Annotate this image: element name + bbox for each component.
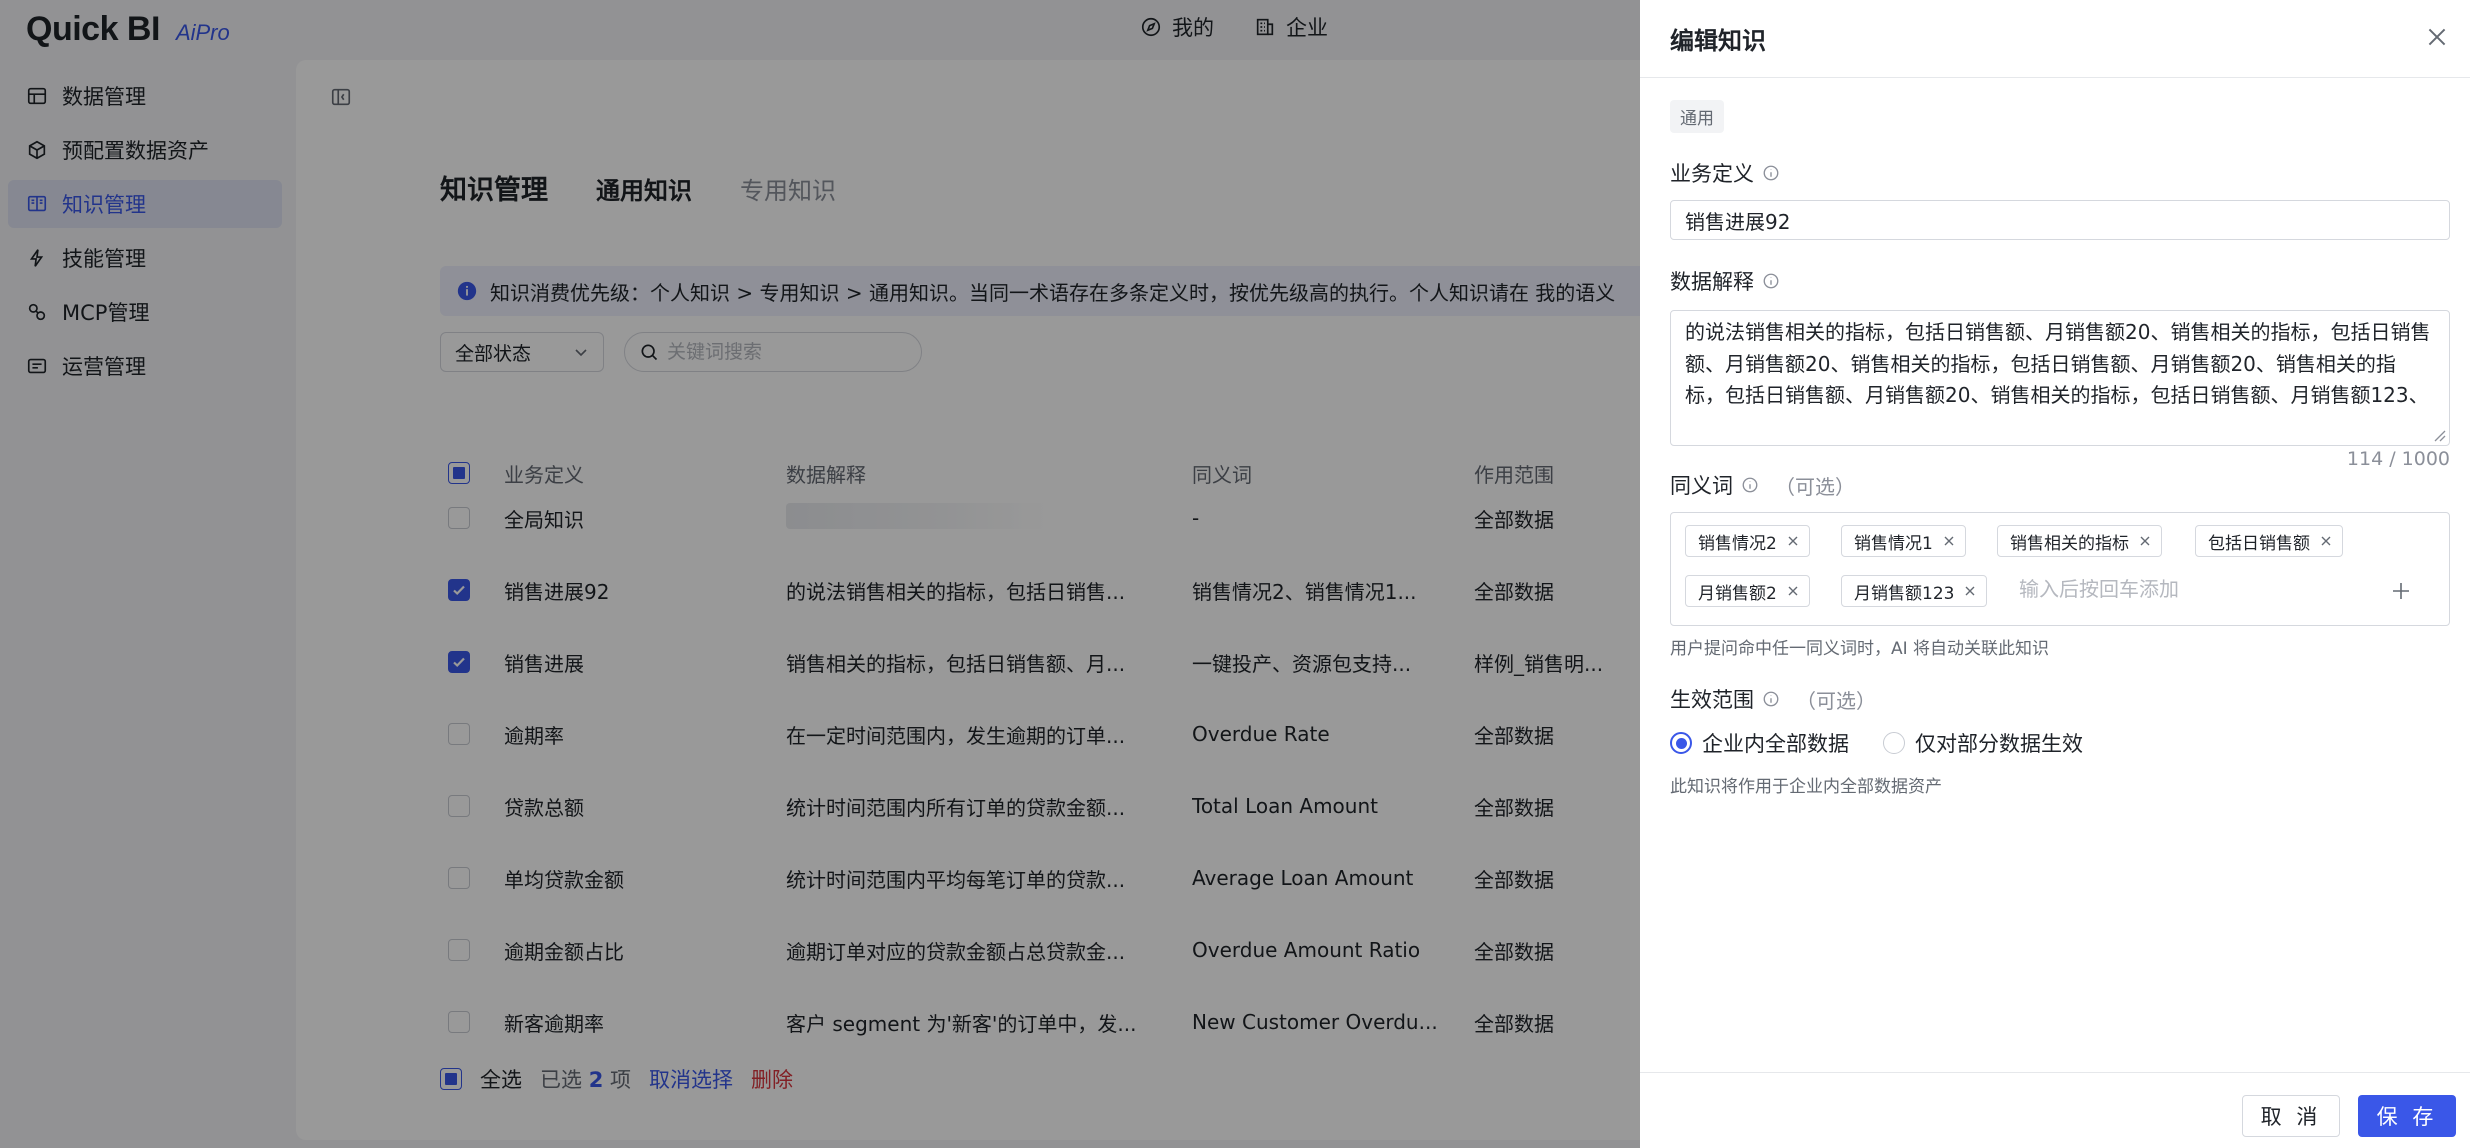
optional-hint: （可选）	[1796, 688, 1876, 713]
scope-label-text: 生效范围	[1670, 688, 1754, 712]
synonym-chip-label: 月销售额2	[1698, 583, 1777, 604]
synonym-chip: 销售情况1	[1841, 525, 1966, 557]
scope-option-all-label[interactable]: 企业内全部数据	[1702, 728, 1849, 758]
drawer-title: 编辑知识	[1670, 27, 1766, 55]
close-icon[interactable]	[1964, 585, 1976, 597]
info-circle-icon[interactable]	[1762, 164, 1780, 182]
synonym-chip-label: 销售相关的指标	[2010, 533, 2129, 554]
synonym-chip: 月销售额123	[1841, 575, 1988, 607]
close-icon[interactable]	[1787, 585, 1799, 597]
drawer-body: 通用 业务定义 数据解释 的说法销售相关的指标，包括日销售额、月销售额20、销售…	[1670, 100, 2450, 797]
optional-hint: （可选）	[1775, 474, 1855, 499]
close-icon[interactable]	[2424, 24, 2450, 50]
synonym-chip-label: 销售情况1	[1854, 533, 1933, 554]
cancel-button[interactable]: 取 消	[2242, 1095, 2340, 1137]
data-expl-text: 的说法销售相关的指标，包括日销售额、月销售额20、销售相关的指标，包括日销售额、…	[1685, 320, 2431, 407]
plus-icon[interactable]	[2389, 579, 2413, 603]
scope-hint: 此知识将作用于企业内全部数据资产	[1670, 777, 1942, 797]
edit-knowledge-drawer: 编辑知识 通用 业务定义 数据解释 的说法销售相关的指标，包括日销售额、月销售额…	[1640, 0, 2470, 1148]
synonym-chip: 销售相关的指标	[1997, 525, 2162, 557]
synonym-input[interactable]	[2019, 577, 2339, 601]
char-count: 114 / 1000	[2346, 448, 2450, 470]
data-expl-textarea[interactable]: 的说法销售相关的指标，包括日销售额、月销售额20、销售相关的指标，包括日销售额、…	[1670, 310, 2450, 446]
synonyms-tag-input[interactable]: 销售情况2 销售情况1 销售相关的指标 包括日销售额 月销售额2 月销售额123	[1670, 512, 2450, 626]
close-icon[interactable]	[2320, 535, 2332, 547]
biz-def-label: 业务定义	[1670, 158, 1780, 188]
synonym-chip-label: 月销售额123	[1854, 583, 1955, 604]
synonyms-label-text: 同义词	[1670, 474, 1733, 498]
synonym-chip: 月销售额2	[1685, 575, 1810, 607]
synonyms-label: 同义词 （可选）	[1670, 470, 1855, 500]
scope-radio-partial[interactable]	[1883, 732, 1905, 754]
scope-radio-all[interactable]	[1670, 732, 1692, 754]
data-expl-label-text: 数据解释	[1670, 270, 1754, 294]
close-icon[interactable]	[1943, 535, 1955, 547]
synonym-chip-label: 包括日销售额	[2208, 533, 2310, 554]
synonym-chip-label: 销售情况2	[1698, 533, 1777, 554]
scope-option-partial-label[interactable]: 仅对部分数据生效	[1915, 728, 2083, 758]
scope-label: 生效范围 （可选）	[1670, 684, 1876, 714]
modal-mask[interactable]	[0, 0, 1640, 1148]
info-circle-icon[interactable]	[1762, 690, 1780, 708]
info-circle-icon[interactable]	[1762, 272, 1780, 290]
biz-def-input[interactable]	[1670, 200, 2450, 240]
biz-def-label-text: 业务定义	[1670, 162, 1754, 186]
drawer-header: 编辑知识	[1640, 0, 2470, 78]
drawer-footer: 取 消 保 存	[1640, 1072, 2470, 1148]
scope-radio-group: 企业内全部数据 仅对部分数据生效	[1670, 728, 2083, 758]
data-expl-label: 数据解释	[1670, 266, 1780, 296]
close-icon[interactable]	[2139, 535, 2151, 547]
synonyms-hint: 用户提问命中任一同义词时，AI 将自动关联此知识	[1670, 639, 2050, 659]
info-circle-icon[interactable]	[1741, 476, 1759, 494]
knowledge-type-tag: 通用	[1670, 100, 1724, 133]
synonym-chip: 销售情况2	[1685, 525, 1810, 557]
synonym-chip: 包括日销售额	[2195, 525, 2343, 557]
save-button[interactable]: 保 存	[2358, 1095, 2456, 1137]
close-icon[interactable]	[1787, 535, 1799, 547]
resize-grip-icon[interactable]	[2432, 428, 2446, 442]
